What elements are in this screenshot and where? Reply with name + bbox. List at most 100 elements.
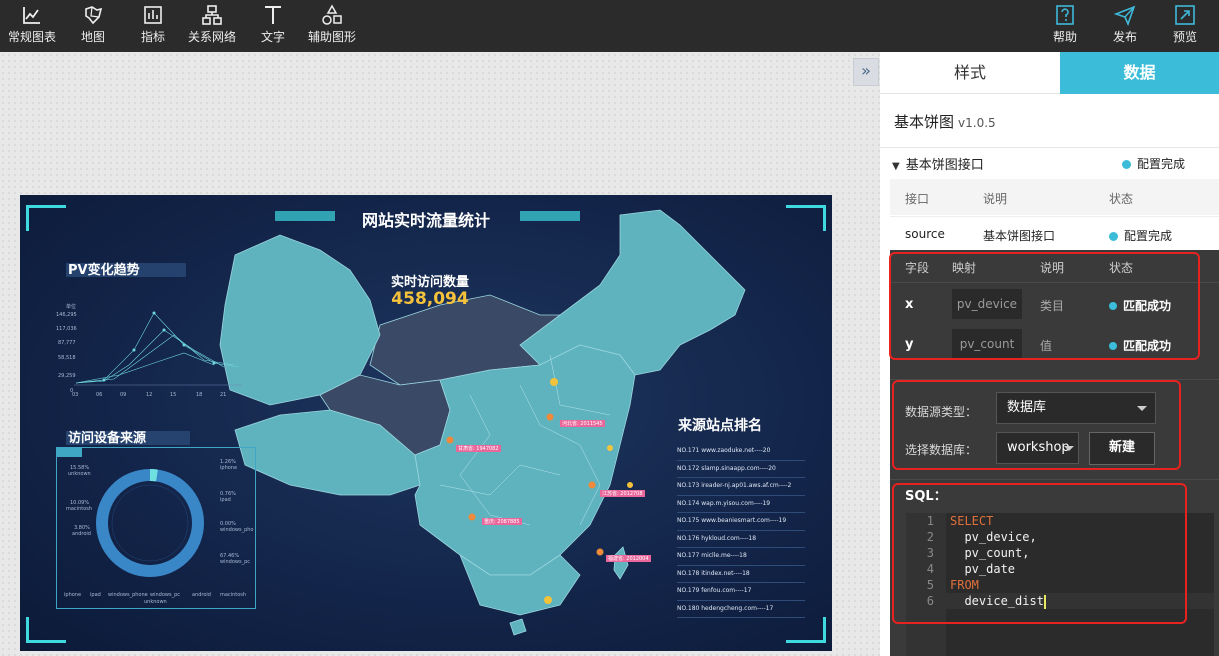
realtime-value: 458,094 [391,289,469,309]
iface-col-header: 状态 [1109,192,1134,206]
rank-row: NO.180 hedengcheng.com----17 [677,601,805,618]
device-legend-item: windows_phone [108,592,148,598]
rank-row: NO.175 www.beaniesmart.com----19 [677,513,805,531]
rank-row: NO.179 fenfou.com----17 [677,583,805,601]
dashboard-title: 网站实时流量统计 [361,211,490,230]
interface-section-header[interactable]: ▼ 基本饼图接口 [892,154,984,173]
map-icon [85,6,103,25]
device-legend-item: ipad [90,592,101,598]
highlight-datasource [892,380,1181,470]
map-tag: 重庆: 2087885 [482,518,522,525]
map-tag: 河北省: 2011545 [560,420,605,427]
map-region-taiwan [613,546,629,580]
tool-network[interactable]: 关系网络 [186,4,238,45]
tool-label: 预览 [1172,30,1197,44]
tool-shapes[interactable]: 辅助图形 [306,4,358,45]
rank-row: NO.173 ireader-nj.ap01.aws.af.cm----2 [677,478,805,496]
iface-name: source [905,227,945,241]
pv-y-tick: 29,259 [58,373,76,379]
preview-button[interactable]: 预览 [1170,4,1200,45]
tab-data[interactable]: 数据 [1060,52,1219,94]
pv-x-tick: 03 [72,392,79,398]
map-region-northeast [519,209,746,376]
tool-label: 指标 [140,30,165,44]
iface-row-status: 配置完成 [1109,227,1172,244]
device-legend-item: android [192,592,211,598]
rank-title: 来源站点排名 [678,418,762,434]
realtime-label: 实时访问数量 [390,275,469,290]
pv-y-tick: 87,777 [58,340,76,346]
double-chevron-right-icon: » [861,61,871,80]
network-icon [202,5,222,25]
rank-list: NO.171 www.zaoduke.net----20 NO.172 slam… [677,443,805,618]
tool-label: 辅助图形 [307,30,356,44]
map-tag: 福建省: 2012004 [606,555,651,562]
widget-toolbar [56,447,82,457]
rank-row: NO.171 www.zaoduke.net----20 [677,443,805,461]
pv-x-tick: 18 [196,392,203,398]
publish-button[interactable]: 发布 [1110,4,1140,45]
shapes-icon [322,4,342,25]
map-tag: 江苏省: 2012708 [600,490,645,497]
divider [890,479,1219,480]
status-dot-icon [1122,160,1131,169]
collapse-panel-button[interactable]: » [853,58,879,86]
device-source-title: 访问设备来源 [68,431,147,446]
pv-x-tick: 12 [146,392,153,398]
rank-row: NO.174 wap.m.yisou.com----19 [677,496,805,513]
component-version: v1.0.5 [958,116,996,130]
pv-trend-lines [74,311,242,386]
device-name: macintosh [66,506,93,512]
status-dot-icon [1109,232,1118,241]
top-toolbar: 常规图表 地图 指标 关系网络 文字 辅助图形 帮助 发布 预览 [0,0,1219,52]
device-name: unknown [68,471,91,477]
pv-x-tick: 06 [96,392,103,398]
publish-icon [1114,5,1136,26]
iface-row-status-text: 配置完成 [1124,229,1173,243]
dashboard-preview[interactable]: 甘肃省: 1947082 河北省: 2011545 江苏省: 2012708 重… [20,195,832,651]
rank-row: NO.178 itindex.net----18 [677,566,805,583]
highlight-field-mapping [889,252,1200,360]
device-name: ipad [220,497,231,503]
tool-indicator[interactable]: 指标 [138,4,168,45]
interface-status-text: 配置完成 [1137,157,1186,171]
line-chart-icon [23,7,40,24]
tool-label: 文字 [260,30,285,44]
interface-section-title: 基本饼图接口 [905,158,984,173]
interface-table-row[interactable]: source 基本饼图接口 配置完成 [890,216,1219,250]
pv-x-tick: 15 [170,392,177,398]
tab-style[interactable]: 样式 [880,52,1060,94]
map-region-central [414,344,636,576]
pv-trend-title: PV变化趋势 [68,263,140,278]
map-region-hainan [509,618,527,636]
device-donut-chart [96,468,204,577]
device-name: iphone [220,465,238,471]
highlight-sql [892,483,1187,624]
tool-regular-chart[interactable]: 常规图表 [6,4,58,45]
iface-desc: 基本饼图接口 [983,229,1056,243]
preview-icon [1175,5,1195,25]
pv-y-tick: 58,518 [58,355,76,361]
pv-x-tick: 09 [120,392,127,398]
component-title: 基本饼图 v1.0.5 [894,111,996,132]
device-name: windows_pho [220,527,254,533]
tool-text[interactable]: 文字 [258,4,288,45]
help-button[interactable]: 帮助 [1050,4,1080,45]
device-legend-item: iphone [64,592,82,598]
iface-col-header: 说明 [983,192,1008,206]
interface-table-header: 接口 说明 状态 [890,179,1219,215]
text-icon [265,6,281,24]
rank-row: NO.176 hykloud.com----18 [677,531,805,548]
rank-row: NO.177 miclle.me----18 [677,548,805,566]
rank-row: NO.172 slamp.sinaapp.com----20 [677,461,805,478]
tool-label: 地图 [80,30,105,44]
panel-tabs: 样式 数据 [880,52,1219,94]
divider [880,147,1219,148]
component-name: 基本饼图 [894,113,955,131]
iface-col-header: 接口 [905,192,930,206]
map-tag: 甘肃省: 1947082 [456,445,501,452]
device-legend-item: macintosh [220,592,247,598]
triangle-down-icon: ▼ [892,161,900,172]
tool-map[interactable]: 地图 [78,4,108,45]
tool-label: 帮助 [1052,30,1077,44]
